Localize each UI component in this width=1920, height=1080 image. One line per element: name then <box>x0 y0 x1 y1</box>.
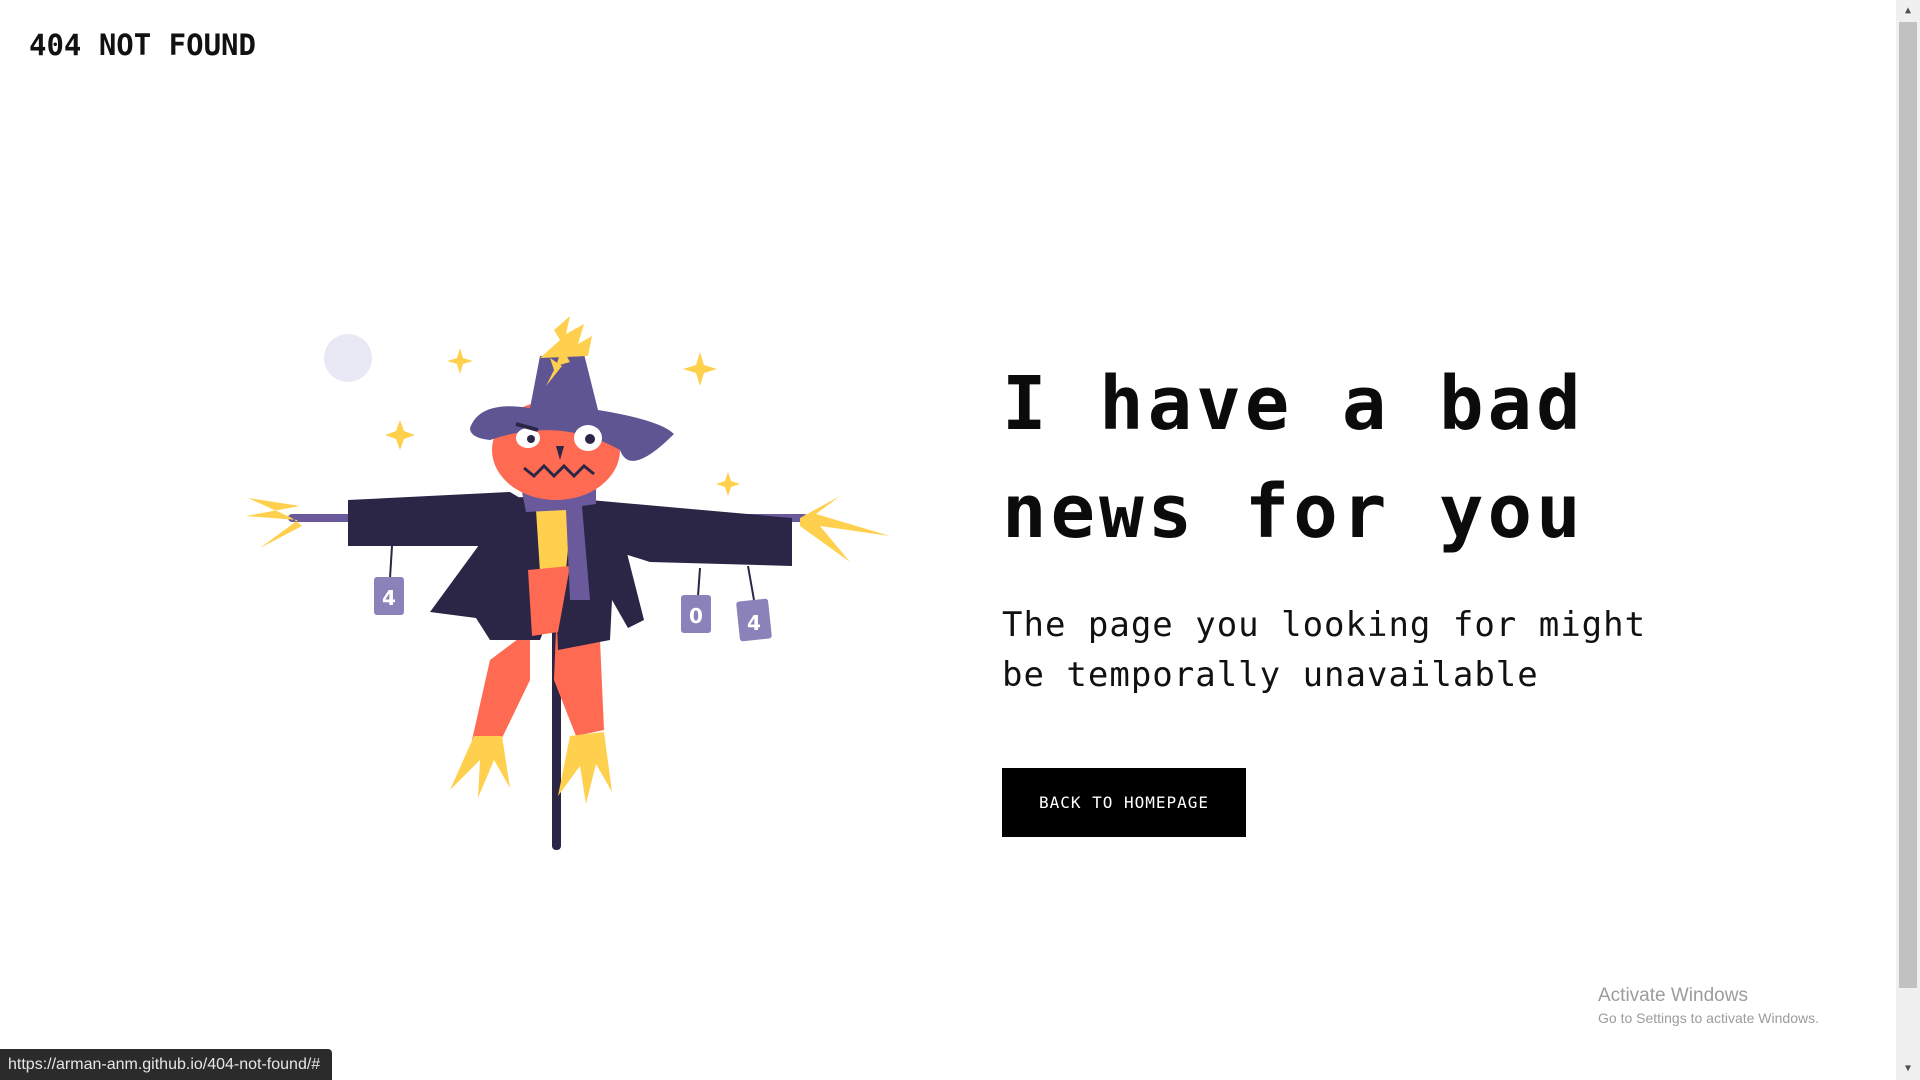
message-panel: I have a bad news for you The page you l… <box>1002 350 1722 837</box>
page: 404 NOT FOUND 4 0 4 I have a bad news fo… <box>0 0 1920 1080</box>
back-to-homepage-button[interactable]: BACK TO HOMEPAGE <box>1002 768 1246 837</box>
moon-icon <box>324 334 372 382</box>
subtext-line-2: be temporally unavailable <box>1002 655 1539 695</box>
can-label: 4 <box>382 586 396 610</box>
activate-windows-watermark: Activate Windows Go to Settings to activ… <box>1598 984 1819 1028</box>
headline-line-2: news for you <box>1002 469 1585 555</box>
subtext: The page you looking for might be tempor… <box>1002 600 1722 700</box>
watermark-title: Activate Windows <box>1598 985 1748 1006</box>
scarecrow-illustration: 4 0 4 <box>240 300 900 860</box>
headline: I have a bad news for you <box>1002 350 1722 566</box>
brand-title: 404 NOT FOUND <box>29 28 256 62</box>
subtext-line-1: The page you looking for might <box>1002 605 1647 645</box>
can-label: 4 <box>747 611 761 635</box>
scrollbar-thumb[interactable] <box>1899 22 1917 988</box>
vertical-scrollbar[interactable]: ▲ ▼ <box>1896 0 1920 1080</box>
scroll-down-arrow-icon[interactable]: ▼ <box>1896 1060 1920 1078</box>
scroll-up-arrow-icon[interactable]: ▲ <box>1896 2 1920 20</box>
watermark-subtitle: Go to Settings to activate Windows. <box>1598 1010 1819 1026</box>
status-bar-url: https://arman-anm.github.io/404-not-foun… <box>0 1049 333 1080</box>
can-label: 0 <box>689 604 703 628</box>
headline-line-1: I have a bad <box>1002 361 1585 447</box>
